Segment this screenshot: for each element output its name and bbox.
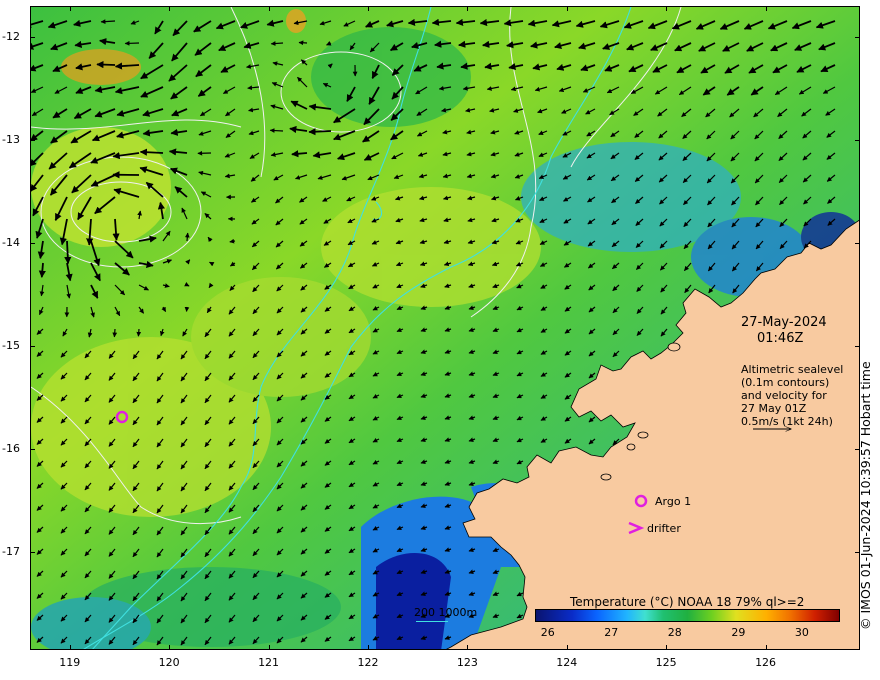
x-tick-mark	[169, 645, 171, 650]
velocity-arrow	[112, 328, 118, 338]
x-tick-mark	[566, 645, 568, 650]
y-tick-label: -12	[2, 29, 20, 43]
velocity-arrow	[124, 40, 140, 46]
colorbar-tick-label: 27	[604, 626, 619, 639]
y-tick-label: -15	[2, 339, 20, 353]
y-tick-label: -17	[2, 545, 20, 559]
altimetry-note-line: and velocity for	[741, 389, 827, 402]
y-tick-label: -14	[2, 235, 20, 249]
velocity-arrow	[209, 261, 215, 267]
y-tick-mark	[30, 552, 35, 554]
isobath-legend-line	[416, 621, 448, 622]
y-tick-mark	[30, 242, 35, 244]
velocity-arrow	[64, 240, 72, 265]
date-label: 27-May-2024 01:46Z	[741, 315, 827, 347]
x-tick-label: 123	[456, 656, 478, 669]
x-tick-mark	[467, 6, 469, 11]
x-tick-mark	[467, 645, 469, 650]
x-tick-label: 124	[556, 656, 578, 669]
date-text: 27-May-2024	[741, 315, 827, 330]
velocity-arrow	[270, 41, 284, 46]
x-tick-mark	[666, 6, 668, 11]
y-tick-mark	[30, 346, 35, 348]
drifter-legend-label: drifter	[647, 522, 681, 535]
velocity-scale-arrow	[753, 423, 796, 435]
y-tick-mark	[30, 36, 35, 38]
velocity-arrow	[96, 61, 116, 69]
temperature-colorbar	[535, 609, 840, 622]
y-tick-mark	[30, 449, 35, 451]
x-tick-mark	[765, 645, 767, 650]
time-text: 01:46Z	[757, 331, 804, 346]
velocity-arrow	[184, 232, 190, 242]
colorbar-tick-label: 30	[794, 626, 809, 639]
x-tick-label: 122	[357, 656, 379, 669]
map-canvas	[31, 7, 859, 649]
y-tick-mark	[855, 346, 860, 348]
y-tick-label: -13	[2, 132, 20, 146]
x-tick-mark	[367, 645, 369, 650]
colorbar-tick-label: 28	[667, 626, 682, 639]
isobath-legend-label: 200 1000m	[414, 606, 478, 619]
x-tick-label: 119	[59, 656, 81, 669]
altimetry-note-line: (0.1m contours)	[741, 376, 830, 389]
velocity-arrow	[298, 40, 308, 46]
x-tick-mark	[268, 645, 270, 650]
velocity-arrow	[308, 128, 332, 136]
altimetry-note-line: Altimetric sealevel	[741, 363, 844, 376]
y-tick-mark	[855, 242, 860, 244]
x-tick-mark	[268, 6, 270, 11]
x-tick-label: 121	[258, 656, 280, 669]
argo-legend-label: Argo 1	[655, 495, 692, 508]
colorbar-tick-label: 29	[731, 626, 746, 639]
altimetry-note: Altimetric sealevel (0.1m contours) and ve…	[741, 363, 843, 428]
velocity-arrow	[269, 128, 284, 133]
velocity-arrow	[184, 306, 190, 312]
x-tick-mark	[69, 645, 71, 650]
x-tick-mark	[566, 6, 568, 11]
sst-map[interactable]: 27-May-2024 01:46Z Altimetric sealevel (0…	[30, 6, 860, 650]
y-tick-mark	[30, 139, 35, 141]
x-tick-label: 120	[158, 656, 180, 669]
colorbar-tick-label: 26	[540, 626, 555, 639]
y-tick-mark	[855, 36, 860, 38]
x-tick-mark	[765, 6, 767, 11]
velocity-arrow	[139, 148, 164, 156]
x-tick-mark	[69, 6, 71, 11]
credit-text: © IMOS 01-Jun-2024 10:39:57 Hobart time	[858, 361, 873, 630]
x-tick-mark	[666, 645, 668, 650]
y-tick-label: -16	[2, 442, 20, 456]
velocity-arrow	[38, 262, 46, 278]
y-tick-mark	[855, 139, 860, 141]
velocity-arrow	[136, 328, 142, 337]
colorbar-title: Temperature (°C) NOAA 18 79% ql>=2	[570, 595, 805, 609]
x-tick-mark	[367, 6, 369, 11]
altimetry-note-line: 27 May 01Z	[741, 402, 807, 415]
x-tick-mark	[169, 6, 171, 11]
x-tick-label: 126	[755, 656, 777, 669]
x-tick-label: 125	[655, 656, 677, 669]
